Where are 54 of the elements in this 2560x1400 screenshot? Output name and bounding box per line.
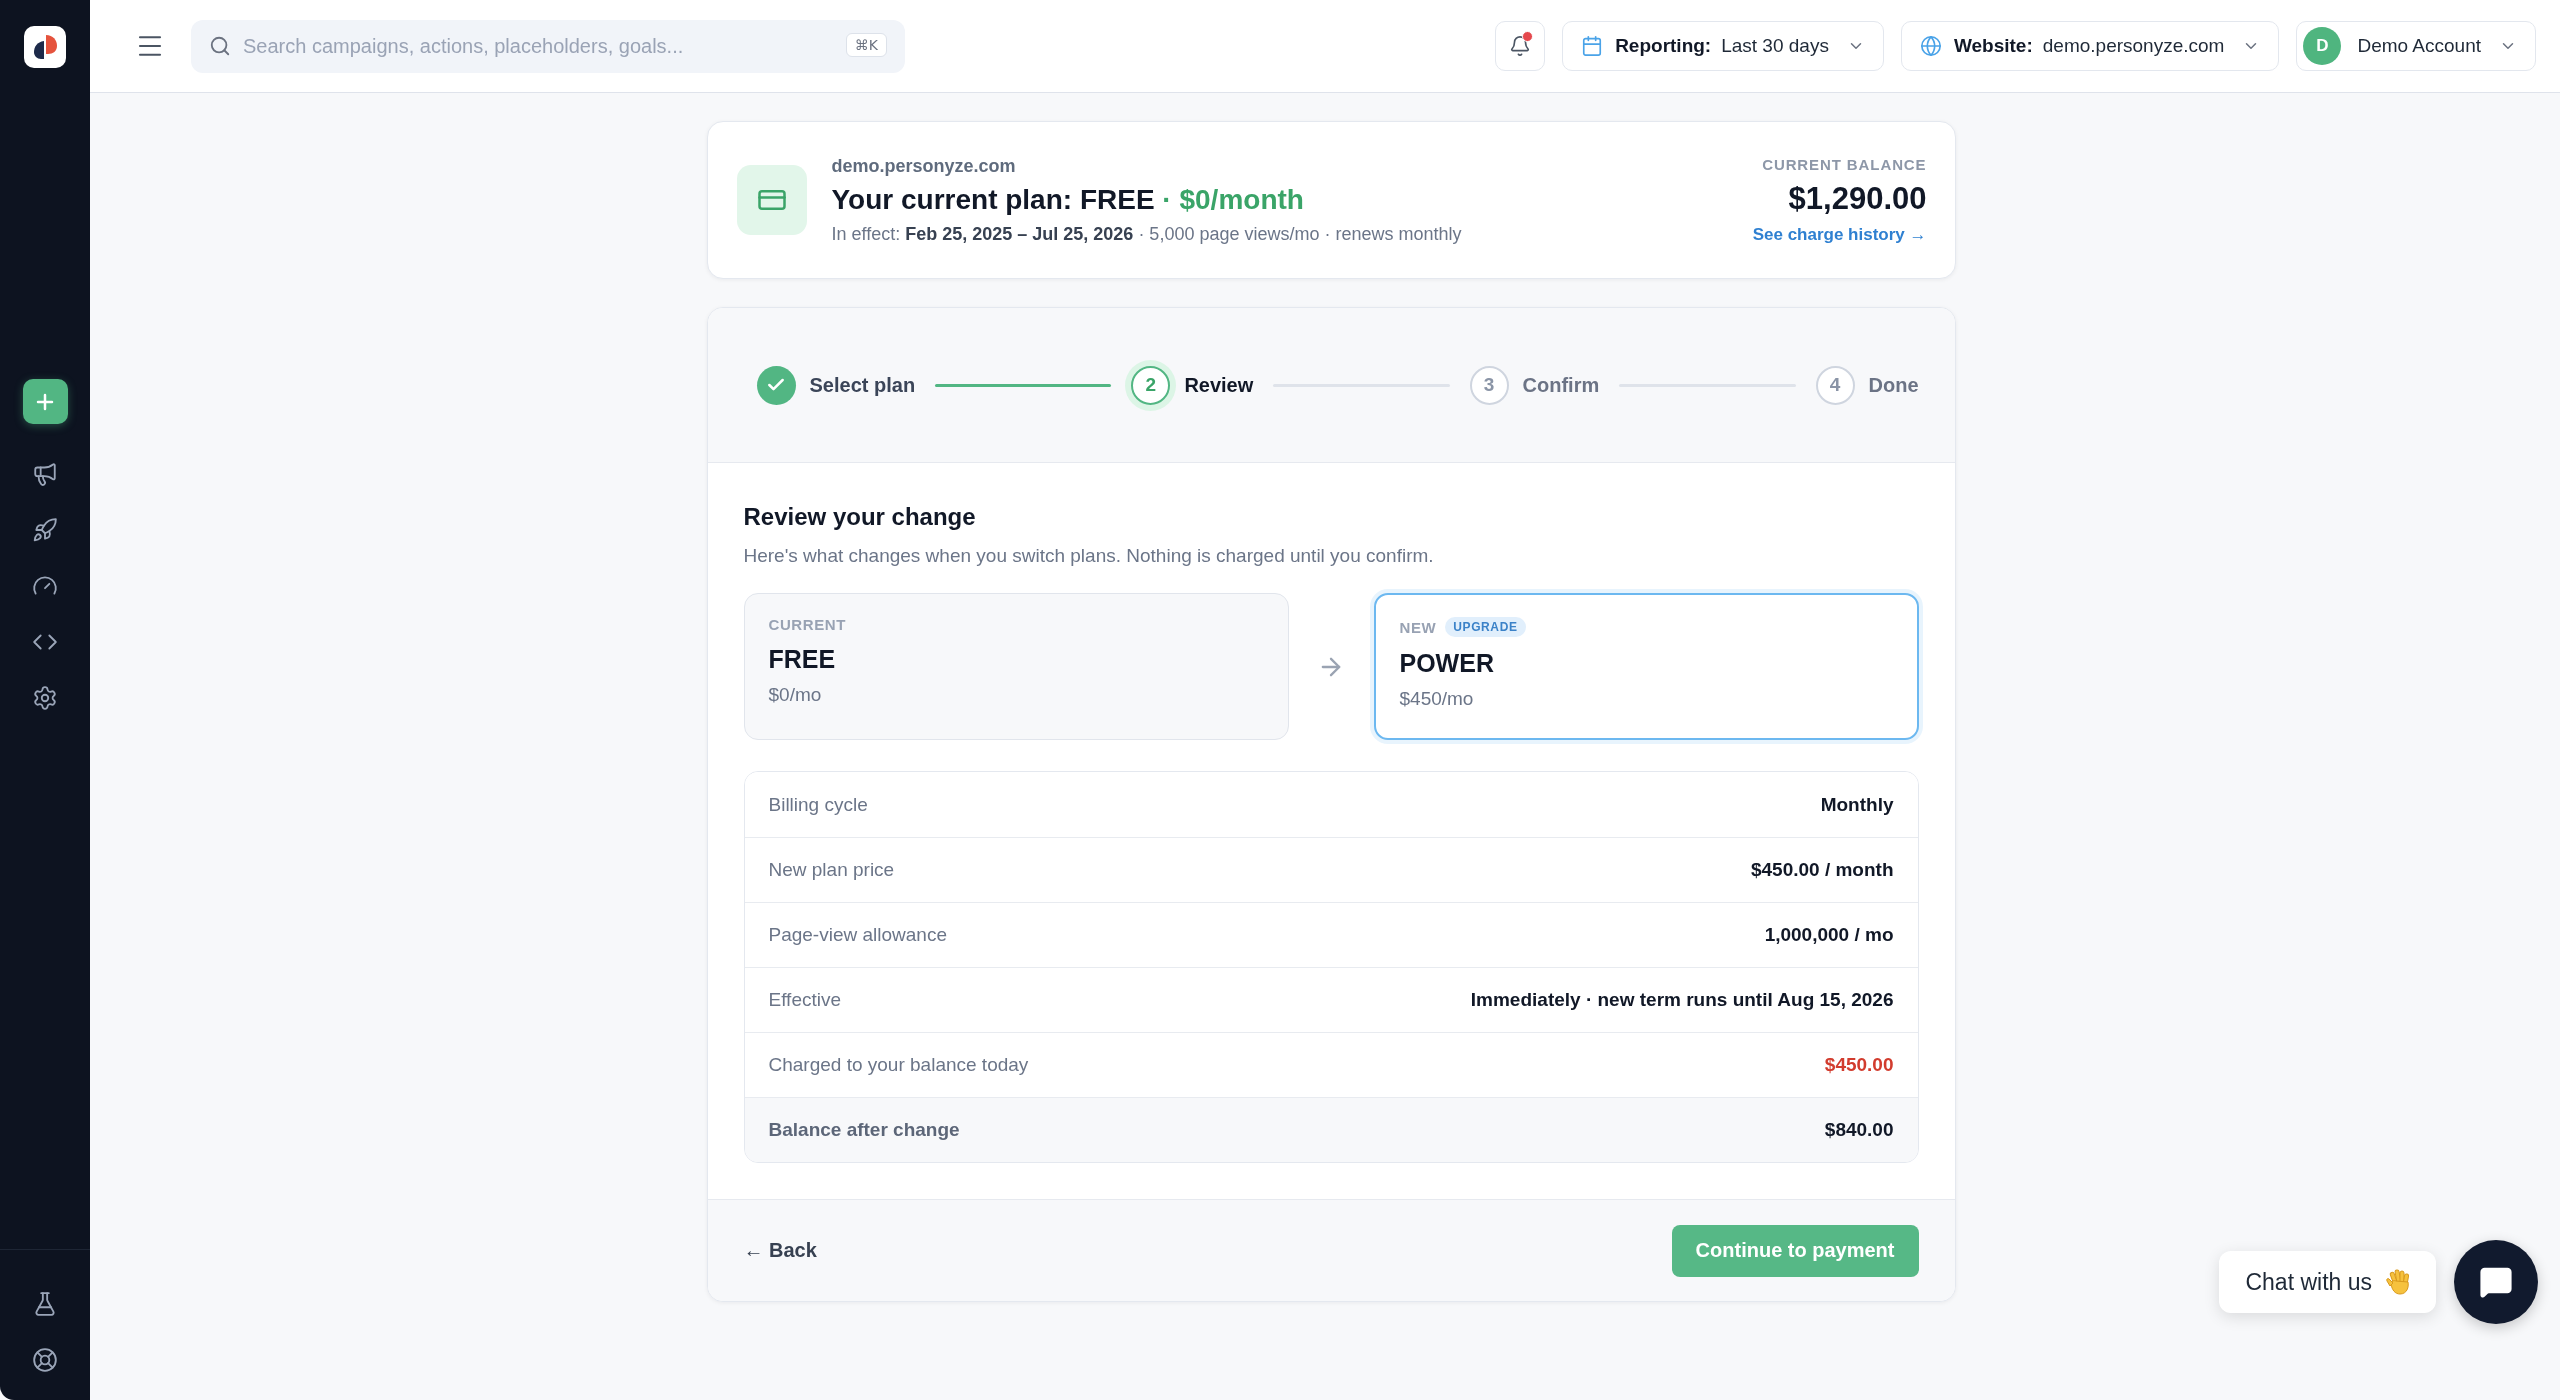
row-value: $450.00 / month (1750, 859, 1894, 881)
row-label: Balance after change (768, 1119, 960, 1141)
section-subtitle: Here's what changes when you switch plans. Nothing is charged until you confirm. (743, 545, 1435, 567)
back-button[interactable]: ← Back (743, 1239, 817, 1262)
site-name: demo.personyze.com (831, 155, 1017, 177)
upgrade-badge: UPGRADE (1445, 617, 1526, 637)
row-label: New plan price (768, 859, 895, 881)
row-value: $450.00 (1824, 1054, 1894, 1076)
bell-icon (1509, 35, 1532, 57)
balance-amount: $1,290.00 (1788, 180, 1927, 217)
avatar: D (2303, 27, 2342, 65)
plan-title: Your current plan: FREE · $0/month (831, 183, 1305, 216)
row-value: 1,000,000 / mo (1764, 924, 1894, 946)
megaphone-icon[interactable] (32, 461, 58, 487)
chat-label: Chat with us (2245, 1268, 2372, 1296)
step-label: Review (1184, 373, 1254, 397)
row-label: Charged to your balance today (768, 1054, 1029, 1076)
row-value: $840.00 (1824, 1119, 1894, 1141)
globe-icon (1919, 35, 1942, 57)
row-label: Billing cycle (768, 793, 868, 816)
plan-name: POWER (1399, 649, 1495, 678)
lifebuoy-icon[interactable] (32, 1347, 58, 1373)
row-value: Immediately · new term runs until Aug 15, 2026 (1470, 989, 1894, 1011)
step-label: Done (1868, 373, 1919, 397)
step-label: Select plan (809, 373, 916, 397)
plan-details: In effect: Feb 25, 2025 – Jul 25, 2026 · 5,000 page views/mo · renews monthly (831, 223, 1462, 245)
add-button[interactable] (22, 379, 68, 424)
notifications-button[interactable] (1495, 21, 1546, 71)
account-dropdown[interactable]: D Demo Account (2296, 21, 2536, 71)
balance-label: CURRENT BALANCE (1762, 155, 1927, 173)
website-dropdown[interactable]: Website: demo.personyze.com (1900, 21, 2280, 71)
credit-card-icon (736, 165, 807, 235)
rocket-icon[interactable] (32, 517, 58, 543)
plan-price: $0/mo (768, 684, 823, 706)
plan-tag: NEW (1399, 618, 1437, 636)
charge-history-link[interactable]: See charge history → (1752, 224, 1927, 245)
settings-icon[interactable] (32, 685, 58, 711)
row-label: Effective (768, 989, 842, 1011)
plan-name: FREE (768, 645, 837, 674)
plan-tag: CURRENT (768, 616, 847, 633)
chat-prompt[interactable]: Chat with us (2219, 1251, 2436, 1313)
calendar-icon (1581, 35, 1604, 57)
row-label: Page-view allowance (768, 924, 947, 946)
plan-price: $450/mo (1399, 688, 1475, 710)
step-number: 3 (1469, 365, 1509, 405)
section-title: Review your change (743, 503, 977, 531)
step-label: Confirm (1522, 373, 1600, 397)
step-number: 4 (1815, 365, 1855, 405)
row-value: Monthly (1820, 793, 1894, 816)
search-icon (209, 34, 231, 57)
logo[interactable] (24, 26, 66, 68)
chat-icon (2479, 1265, 2513, 1299)
reporting-dropdown[interactable]: Reporting: Last 30 days (1562, 21, 1884, 71)
flask-icon[interactable] (32, 1291, 58, 1317)
